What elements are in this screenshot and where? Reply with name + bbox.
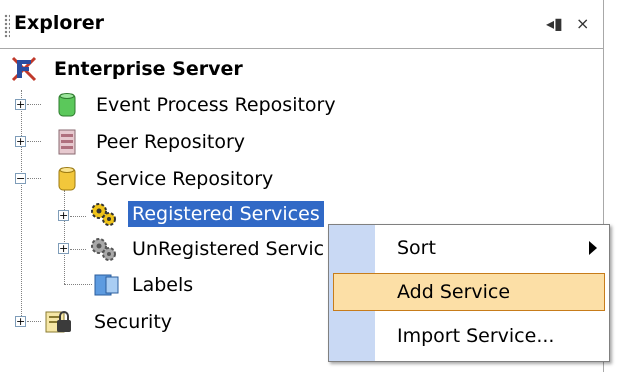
tree-line bbox=[21, 90, 22, 316]
tree-item-security[interactable]: Security bbox=[44, 303, 172, 341]
close-icon[interactable]: × bbox=[576, 14, 589, 33]
tree-line bbox=[27, 178, 41, 179]
tree-item-root[interactable]: Enterprise Server bbox=[10, 50, 243, 88]
tree-item-label: Labels bbox=[132, 274, 194, 296]
menu-item-label: Import Service... bbox=[397, 325, 555, 347]
tree-line bbox=[64, 284, 92, 285]
tree-item-label: UnRegistered Servic bbox=[132, 238, 325, 260]
security-icon bbox=[45, 311, 71, 333]
tree-line bbox=[70, 216, 86, 217]
tree-line bbox=[70, 249, 86, 250]
gears-icon bbox=[91, 238, 116, 261]
tree-item-label: Registered Services bbox=[128, 201, 324, 227]
tree-item-unregistered-services[interactable]: UnRegistered Servic bbox=[88, 230, 324, 268]
menu-item-import-service[interactable]: Import Service... bbox=[333, 317, 605, 355]
gears-icon bbox=[91, 203, 116, 226]
tree-item-service-repository[interactable]: Service Repository bbox=[56, 160, 273, 198]
tree-item-labels[interactable]: Labels bbox=[92, 266, 193, 304]
explorer-title: Explorer bbox=[14, 12, 105, 34]
expand-toggle[interactable]: + bbox=[15, 99, 26, 110]
menu-item-label: Sort bbox=[397, 237, 436, 259]
tree-item-peer-repository[interactable]: Peer Repository bbox=[56, 123, 245, 161]
tree-item-event-process-repository[interactable]: Event Process Repository bbox=[56, 86, 336, 124]
database-icon bbox=[58, 167, 76, 191]
pin-icon[interactable]: ◂▮ bbox=[546, 14, 563, 33]
tree-item-registered-services[interactable]: Registered Services bbox=[88, 195, 324, 233]
labels-icon bbox=[94, 274, 119, 296]
menu-item-sort[interactable]: Sort bbox=[333, 229, 605, 267]
context-menu: Sort Add Service Import Service... bbox=[328, 224, 610, 362]
tree-line bbox=[27, 141, 41, 142]
collapse-toggle[interactable]: − bbox=[15, 173, 26, 184]
database-icon bbox=[58, 93, 76, 117]
tree-item-label: Enterprise Server bbox=[54, 58, 243, 80]
server-rack-icon bbox=[58, 129, 76, 155]
tree-item-label: Peer Repository bbox=[96, 131, 246, 153]
expand-toggle[interactable]: + bbox=[58, 210, 69, 221]
expand-toggle[interactable]: + bbox=[15, 316, 26, 327]
tree-line bbox=[64, 190, 65, 284]
tree-item-label: Security bbox=[94, 311, 173, 333]
tree-line bbox=[27, 104, 41, 105]
explorer-header: Explorer ◂▮ × bbox=[0, 0, 604, 50]
drag-grip-icon[interactable] bbox=[4, 14, 10, 38]
tree-line bbox=[27, 321, 41, 322]
expand-toggle[interactable]: + bbox=[58, 243, 69, 254]
tree-item-label: Event Process Repository bbox=[96, 94, 336, 116]
menu-item-label: Add Service bbox=[397, 281, 511, 303]
submenu-arrow-icon bbox=[589, 241, 597, 255]
menu-item-add-service[interactable]: Add Service bbox=[333, 273, 605, 311]
expand-toggle[interactable]: + bbox=[15, 136, 26, 147]
tree-item-label: Service Repository bbox=[96, 168, 274, 190]
header-divider bbox=[0, 48, 604, 49]
enterprise-server-icon bbox=[11, 56, 37, 82]
